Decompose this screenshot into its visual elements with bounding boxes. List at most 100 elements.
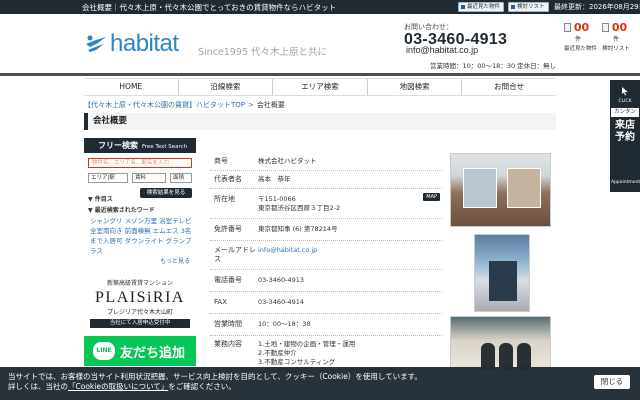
company-email-link[interactable]: info@habitat.co.jp <box>258 246 317 254</box>
list-counter[interactable]: 00 件 検討リスト <box>602 21 630 52</box>
wish-list-button[interactable]: 検討リスト <box>508 2 549 12</box>
clock-icon <box>461 5 465 9</box>
cookie-text-line2-end: をご確認ください。 <box>168 382 236 391</box>
page-title: 会社概要 <box>84 113 556 130</box>
row-key: 免許番号 <box>214 225 242 233</box>
history-icon <box>564 23 571 32</box>
row-value: 東京都知事 (6) 第78214号 <box>258 225 338 233</box>
plaisiria-banner-text: 当社にて入居申込受付中 <box>90 319 190 328</box>
row-key: 電話番号 <box>214 276 242 284</box>
nav-area-search[interactable]: エリア検索 <box>272 79 367 95</box>
cookie-banner: 当サイトでは、お客様の当サイト利用状況把握、サービス向上検討を目的として、クッキ… <box>0 367 640 400</box>
cookie-close-button[interactable]: 閉じる <box>594 375 630 389</box>
cursor-icon <box>622 87 628 96</box>
row-value: 〒151-0066 東京都渋谷区西原３丁目2-2 <box>258 195 341 212</box>
rent-select[interactable]: 賃料 <box>132 173 166 183</box>
breadcrumb-current: 会社概要 <box>256 101 285 109</box>
click-text: CLICK <box>618 99 632 104</box>
row-value: info@habitat.co.jp <box>258 246 442 264</box>
table-row: 所在地 〒151-0066 東京都渋谷区西原３丁目2-2 MAP <box>210 189 442 219</box>
reserve-label: 来店予約 <box>615 120 635 143</box>
cookie-policy-link[interactable]: 「Cookieの取扱いについて」 <box>68 382 168 391</box>
office-entrance-photo <box>474 234 530 312</box>
row-value: 03-3460-4914 <box>258 298 305 306</box>
size-select[interactable]: 面積 <box>170 173 192 183</box>
photo-window <box>507 168 541 208</box>
row-key: 商号 <box>214 157 228 165</box>
since-text: Since1995 代々木上原と共に <box>198 47 327 58</box>
top-bar: 会社概要｜代々木上原・代々木公園でとっておきの賃貸物件ならハビタット 最近見た物… <box>0 0 640 14</box>
map-button[interactable]: MAP <box>423 193 440 201</box>
row-value: 高本 恭年 <box>258 175 291 183</box>
plaisiria-subname: プレジリア代々木大山町 <box>106 309 173 316</box>
site-header: habitat Since1995 代々木上原と共に お問い合わせ： 03-34… <box>0 14 640 76</box>
free-search-title: フリー検索 <box>98 141 138 150</box>
cookie-text-line2: 詳しくは、当社の <box>8 382 68 391</box>
photo-person <box>517 343 531 369</box>
cookie-text-line1: 当サイトでは、お客様の当サイト利用状況把握、サービス向上検討を目的として、クッキ… <box>8 372 422 381</box>
table-row: 営業時間 10：00〜18：30 <box>210 314 442 336</box>
nav-map-search[interactable]: 地図検索 <box>366 79 462 95</box>
row-value: 03-3460-4913 <box>258 276 305 284</box>
photo-door <box>489 261 517 301</box>
category-label: ▼ 件目ス <box>88 196 113 203</box>
line-add-friend-text: 友だち追加 <box>120 346 186 361</box>
row-key: 営業時間 <box>214 320 242 328</box>
recent-counter-label: 最近見た物件 <box>564 46 598 52</box>
list-counter-label: 検討リスト <box>602 46 630 52</box>
line-add-friend-button[interactable]: LINE 友だち追加 <box>84 336 196 366</box>
recent-words-label: ▼ 最近検索されたワード <box>88 207 155 214</box>
habitat-logo-icon[interactable] <box>84 34 108 54</box>
search-submit-button[interactable]: 検索結果を見る <box>140 188 192 198</box>
photo-person <box>481 343 495 369</box>
row-key: 代表者名 <box>214 175 242 183</box>
business-hours: 営業時間：10：00〜18：30 定休日：無し <box>430 62 557 70</box>
breadcrumb-separator: > <box>248 101 254 109</box>
recent-count: 00 <box>573 21 590 34</box>
table-row: 電話番号 03-3460-4913 <box>210 270 442 292</box>
cookie-text: 当サイトでは、お客様の当サイト利用状況把握、サービス向上検討を目的として、クッキ… <box>8 372 568 392</box>
table-row: 免許番号 東京都知事 (6) 第78214号 <box>210 219 442 241</box>
list-icon <box>602 23 609 32</box>
free-search-header: フリー検索 Free Text Search <box>84 138 196 153</box>
nav-contact[interactable]: お問合せ <box>461 79 556 95</box>
plaisiria-banner[interactable]: 新築高級賃貸マンション PLAISiRIA プレジリア代々木大山町 当社にて入居… <box>84 276 196 330</box>
nav-home[interactable]: HOME <box>84 79 178 95</box>
reservation-tab[interactable]: CLICK カンタン 来店予約 Appointment <box>610 80 640 192</box>
list-icon <box>511 5 515 9</box>
table-row: 商号 株式会社ハビタット <box>210 153 442 171</box>
company-info-table: 商号 株式会社ハビタット 代表者名 高本 恭年 所在地 〒151-0066 東京都渋谷… <box>210 153 442 380</box>
table-row: FAX 03-3460-4914 <box>210 292 442 314</box>
wish-list-label: 検討リスト <box>517 4 545 10</box>
photo-person <box>499 343 513 369</box>
row-key: FAX <box>214 298 227 306</box>
free-search-subtitle: Free Text Search <box>142 144 188 150</box>
breadcrumb: 【代々木上原・代々木公園の賃貸】ハビタットTOP > 会社概要 <box>84 100 285 110</box>
main-nav: HOME 沿線検索 エリア検索 地図検索 お問合せ <box>84 78 556 96</box>
nav-line-search[interactable]: 沿線検索 <box>177 79 273 95</box>
plaisiria-tagline: 新築高級賃貸マンション <box>106 280 173 287</box>
list-count: 00 <box>611 21 628 34</box>
canton-label: カンタン <box>611 108 639 117</box>
recent-words-list[interactable]: シャングリ メゾン万里 浴室テレビ 全室南向き 前面棟無 エムエス 3名まで入居… <box>90 216 194 256</box>
last-updated: 最終更新：2026年08月29日 <box>554 3 640 11</box>
search-input[interactable]: 物件名、エリア名、駅名を入力 <box>88 158 192 168</box>
breadcrumb-home-link[interactable]: 【代々木上原・代々木公園の賃貸】ハビタットTOP <box>84 101 245 109</box>
row-key: 所在地 <box>214 195 235 203</box>
logo-text[interactable]: habitat <box>110 30 179 58</box>
row-value: 10：00〜18：30 <box>258 320 311 328</box>
list-unit: 件 <box>612 36 619 43</box>
recent-unit: 件 <box>574 36 581 43</box>
click-label: CLICK <box>611 81 639 107</box>
page-tagline: 会社概要｜代々木上原・代々木公園でとっておきの賃貸物件ならハビタット <box>82 3 337 12</box>
recent-counter[interactable]: 00 件 最近見た物件 <box>564 21 598 52</box>
recent-viewed-label: 最近見た物件 <box>467 4 501 10</box>
email-link[interactable]: info@habitat.co.jp <box>406 45 478 55</box>
free-search-panel: フリー検索 Free Text Search 物件名、エリア名、駅名を入力 エリア… <box>84 138 196 268</box>
recent-viewed-button[interactable]: 最近見た物件 <box>458 2 505 12</box>
area-station-select[interactable]: エリア|駅 <box>88 173 128 183</box>
plaisiria-name: PLAISiRIA <box>95 289 185 306</box>
more-link[interactable]: もっと見る <box>160 256 190 265</box>
line-icon: LINE <box>93 342 115 360</box>
photo-window <box>463 168 497 208</box>
